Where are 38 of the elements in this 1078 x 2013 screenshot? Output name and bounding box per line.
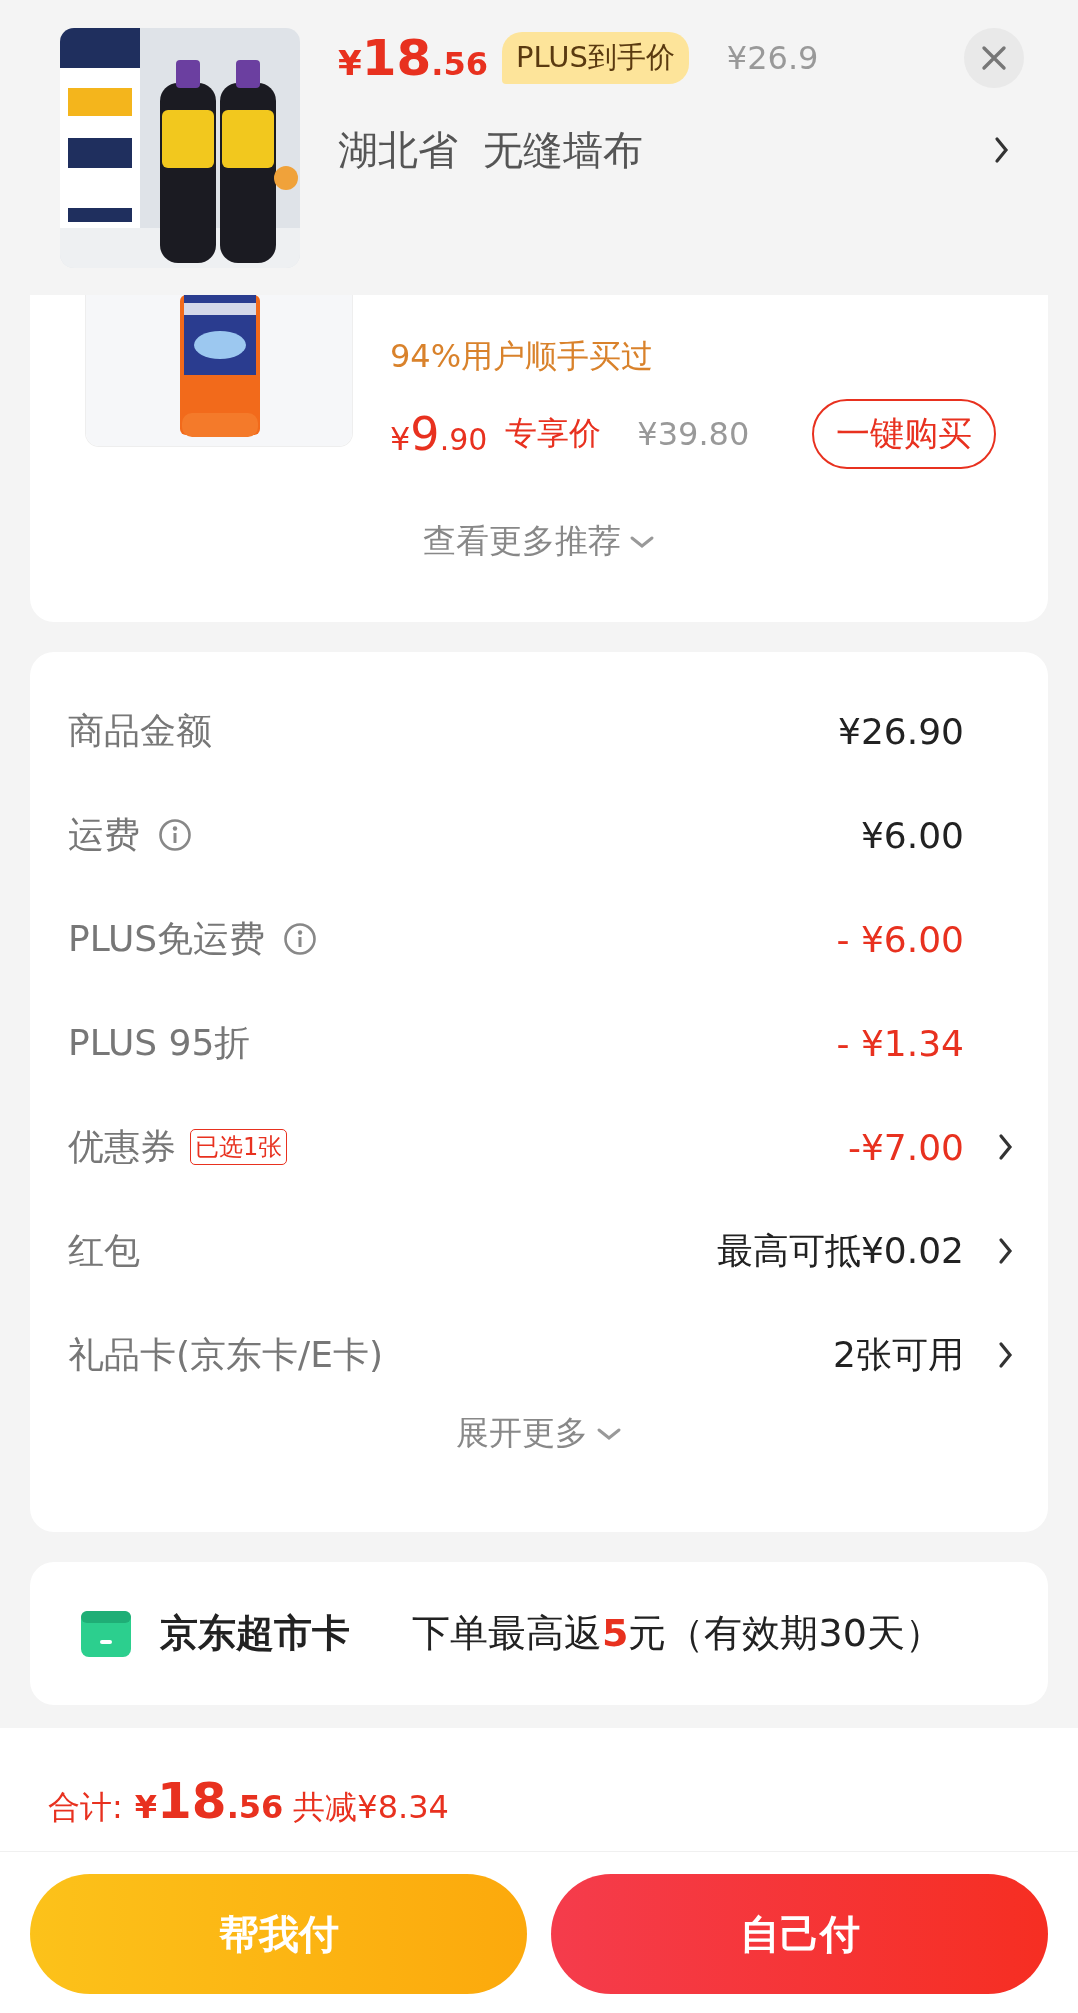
fee-value: ¥6.00: [860, 814, 964, 856]
card-title: 京东超市卡: [160, 1610, 350, 1657]
price-label: 专享价: [505, 413, 602, 454]
original-price: ¥39.80: [637, 415, 750, 453]
buy-button[interactable]: 一键购买: [812, 399, 996, 469]
fee-label: 商品金额: [68, 708, 212, 753]
chevron-icon: [994, 136, 1010, 164]
price: ¥9.90: [390, 407, 488, 461]
cashback-text: 下单最高返5元（有效期30天）: [412, 1610, 943, 1657]
fee-label: 优惠券: [68, 1124, 176, 1169]
fee-value[interactable]: 最高可抵¥0.02: [716, 1226, 964, 1276]
price: ¥18.56: [338, 29, 488, 87]
fee-value: ¥26.90: [838, 710, 964, 752]
close-icon: [981, 45, 1007, 71]
fee-label: 运费: [68, 812, 140, 857]
fee-label: 礼品卡(京东卡/E卡): [68, 1332, 383, 1377]
pay-button[interactable]: 自己付: [551, 1874, 1048, 1994]
purchase-note: 94%用户顺手买过: [390, 336, 655, 377]
address-text[interactable]: 湖北省 无缝墙布: [338, 122, 644, 178]
info-icon[interactable]: [283, 922, 318, 956]
fee-label: PLUS 95折: [68, 1020, 251, 1065]
original-price: ¥26.9: [726, 39, 819, 77]
expand-link[interactable]: 展开更多: [456, 1411, 622, 1456]
fee-value: - ¥1.34: [836, 1022, 964, 1064]
chevron-down-icon: [629, 534, 655, 549]
coupon-tag: 已选1张: [190, 1129, 288, 1165]
fee-value[interactable]: -¥7.00: [847, 1126, 964, 1168]
fee-label: PLUS免运费: [68, 916, 266, 961]
total-label: 合计:: [48, 1787, 123, 1828]
info-icon[interactable]: [158, 818, 192, 852]
chevron-down-icon: [596, 1426, 622, 1441]
more-link[interactable]: 查看更多推荐: [423, 519, 655, 564]
fee-value[interactable]: 2张可用: [833, 1330, 964, 1380]
fee-label: 红包: [68, 1228, 140, 1273]
saved-amount: 共减¥8.34: [293, 1787, 449, 1828]
total-price: ¥18.56: [134, 1772, 284, 1830]
price-tag: PLUS到手价: [501, 32, 689, 84]
fee-value: - ¥6.00: [836, 918, 964, 960]
